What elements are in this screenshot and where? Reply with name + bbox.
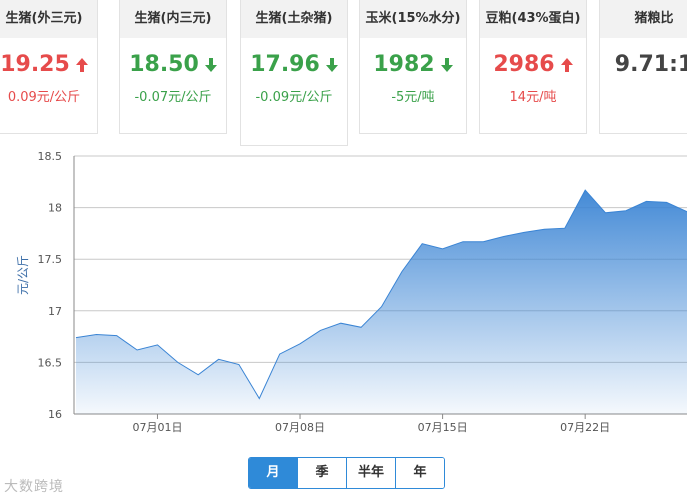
data-point: [584, 189, 586, 191]
price-card-pig-local[interactable]: 生猪(土杂猪) 17.96 -0.09元/公斤: [240, 0, 348, 146]
data-point: [564, 227, 566, 229]
data-point: [95, 333, 97, 335]
data-point: [625, 209, 627, 211]
x-tick-label: 07月22日: [560, 421, 610, 434]
data-point: [380, 305, 382, 307]
data-point: [441, 248, 443, 250]
card-title: 生猪(内三元): [120, 0, 226, 38]
card-price: 17.96: [241, 52, 347, 78]
y-tick-label: 17.5: [38, 253, 63, 266]
data-point: [401, 270, 403, 272]
arrow-down-icon: [325, 53, 338, 78]
data-point: [503, 235, 505, 237]
data-point: [136, 349, 138, 351]
data-point: [258, 397, 260, 399]
data-point: [278, 353, 280, 355]
data-point: [462, 240, 464, 242]
card-title: 玉米(15%水分): [360, 0, 466, 38]
price-card-pig-outer[interactable]: 生猪(外三元) 19.25 0.09元/公斤: [0, 0, 98, 134]
card-change: 14元/吨: [509, 89, 557, 105]
price-card-corn[interactable]: 玉米(15%水分) 1982 -5元/吨: [359, 0, 467, 134]
card-title: 生猪(外三元): [0, 0, 97, 38]
period-halfyear-button[interactable]: 半年: [346, 458, 395, 488]
data-point: [197, 374, 199, 376]
data-point: [177, 361, 179, 363]
arrow-up-icon: [75, 53, 88, 78]
card-title: 猪粮比: [600, 0, 687, 38]
price-card-pig-inner[interactable]: 生猪(内三元) 18.50 -0.07元/公斤: [119, 0, 227, 134]
price-cards: 生猪(外三元) 19.25 0.09元/公斤 生猪(内三元) 18.50 -0.…: [0, 0, 687, 146]
card-change: -0.09元/公斤: [255, 89, 333, 105]
y-tick-label: 17: [48, 305, 62, 318]
y-tick-label: 16.5: [38, 356, 63, 369]
data-point: [116, 334, 118, 336]
data-point: [340, 322, 342, 324]
y-axis-label: 元/公斤: [16, 255, 30, 295]
card-change: -0.07元/公斤: [134, 89, 212, 105]
period-quarter-button[interactable]: 季: [297, 458, 346, 488]
data-point: [319, 329, 321, 331]
data-point: [299, 343, 301, 345]
period-year-button[interactable]: 年: [395, 458, 444, 488]
card-title: 豆粕(43%蛋白): [480, 0, 586, 38]
y-tick-label: 18.5: [38, 150, 63, 163]
data-point: [523, 231, 525, 233]
card-price: 18.50: [120, 52, 226, 78]
data-point: [604, 212, 606, 214]
card-title: 生猪(土杂猪): [241, 0, 347, 38]
price-card-pig-grain-ratio[interactable]: 猪粮比 9.71:1: [599, 0, 687, 134]
chart-svg: 16 16.5 17 17.5 18 18.5 元/公斤 07月01日 07月08日 07月15日…: [16, 150, 687, 434]
watermark-text: 大数跨境: [4, 479, 64, 495]
arrow-down-icon: [204, 53, 217, 78]
card-price: 1982: [360, 52, 466, 78]
y-tick-label: 16: [48, 408, 62, 421]
x-tick-label: 07月01日: [132, 421, 182, 434]
data-point: [645, 200, 647, 202]
data-point: [75, 336, 77, 338]
data-point: [665, 201, 667, 203]
card-change: 0.09元/公斤: [7, 89, 81, 105]
data-point: [217, 358, 219, 360]
price-chart: 16 16.5 17 17.5 18 18.5 元/公斤 07月01日 07月08日 07月15日…: [0, 146, 687, 436]
series-area: [76, 190, 687, 414]
data-point: [482, 240, 484, 242]
card-price: 2986: [480, 52, 586, 78]
card-price: 19.25: [0, 52, 97, 78]
price-card-soymeal[interactable]: 豆粕(43%蛋白) 2986 14元/吨: [479, 0, 587, 134]
card-change: -5元/吨: [391, 89, 435, 105]
x-tick-label: 07月15日: [418, 421, 468, 434]
card-price: 9.71:1: [614, 52, 687, 77]
data-point: [543, 228, 545, 230]
period-selector: 月 季 半年 年: [248, 457, 445, 489]
data-point: [421, 243, 423, 245]
period-month-button[interactable]: 月: [249, 458, 297, 488]
data-point: [156, 344, 158, 346]
arrow-up-icon: [560, 53, 573, 78]
data-point: [238, 363, 240, 365]
data-point: [360, 326, 362, 328]
arrow-down-icon: [440, 53, 453, 78]
y-tick-label: 18: [48, 202, 62, 215]
x-tick-label: 07月08日: [275, 421, 325, 434]
